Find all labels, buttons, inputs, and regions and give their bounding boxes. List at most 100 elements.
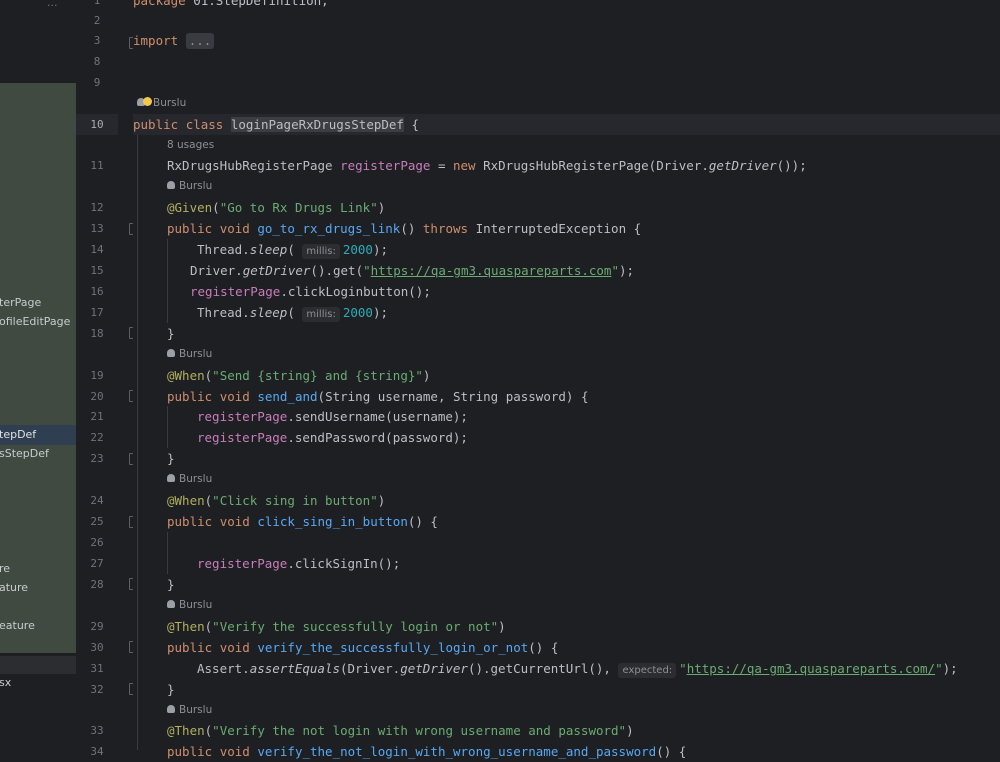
string: "Verify the successfully login or not" bbox=[212, 619, 499, 634]
author-name: Burslu bbox=[179, 180, 213, 192]
brace: { bbox=[573, 389, 589, 404]
user-icon bbox=[167, 181, 175, 189]
code-line: import ... bbox=[133, 30, 1000, 51]
line-number: 22 bbox=[90, 431, 104, 444]
code-line: public void verify_the_not_login_with_wr… bbox=[167, 744, 687, 759]
author-hint: Burslu bbox=[167, 469, 212, 490]
keyword: public bbox=[167, 514, 213, 529]
folded-imports[interactable]: ... bbox=[185, 33, 215, 49]
keyword: package bbox=[133, 0, 186, 8]
keyword: import bbox=[133, 33, 179, 48]
line-number: 12 bbox=[90, 201, 104, 214]
code-line: Thread.sleep( millis: 2000); bbox=[197, 305, 388, 322]
code-line: Thread.sleep( millis: 2000); bbox=[197, 242, 388, 259]
number: 2000 bbox=[342, 242, 373, 257]
line-number: 24 bbox=[90, 494, 104, 507]
method: sleep bbox=[249, 242, 288, 257]
user-icon bbox=[167, 474, 175, 482]
url-link[interactable]: https://qa-gm3.quaspareparts.com/ bbox=[687, 661, 935, 676]
code-line: } bbox=[167, 682, 175, 697]
field-name: registerPage bbox=[197, 430, 288, 445]
line-number: 17 bbox=[90, 306, 104, 319]
keyword: public bbox=[167, 640, 213, 655]
line-number: 3 bbox=[93, 34, 101, 47]
project-tree-item-drugs-stepdef[interactable]: sStepDef bbox=[0, 447, 49, 460]
line-number: 2 bbox=[93, 14, 101, 27]
project-tree-item-register-page[interactable]: terPage bbox=[0, 296, 41, 309]
class-ref: Thread. bbox=[197, 242, 250, 257]
parameter-hint: expected: bbox=[618, 663, 677, 678]
project-tree-item[interactable]: ... bbox=[47, 0, 58, 9]
brace: { bbox=[543, 640, 559, 655]
line-number: 16 bbox=[90, 285, 104, 298]
code-editor[interactable]: package 01.StepDefinition; import ... Bu… bbox=[133, 0, 1000, 759]
code-line: } bbox=[167, 577, 175, 592]
project-tree-item-feature-2[interactable]: ature bbox=[0, 581, 28, 594]
line-number: 28 bbox=[90, 578, 104, 591]
method: clickLoginbutton bbox=[287, 284, 409, 299]
code-line: public void click_sing_in_button() { bbox=[167, 514, 438, 529]
line-number: 8 bbox=[93, 55, 101, 68]
keyword: throws bbox=[422, 221, 469, 236]
parameters: (String username, String password) bbox=[317, 389, 574, 404]
line-number: 26 bbox=[90, 536, 104, 549]
author-hint: Burslu bbox=[137, 93, 186, 114]
brace: { bbox=[671, 744, 687, 759]
usages-hint[interactable]: 8 usages bbox=[167, 135, 214, 156]
project-tree-item-profile-edit-page[interactable]: ofileEditPage bbox=[0, 315, 70, 328]
code-line: } bbox=[167, 451, 175, 466]
user-icon bbox=[167, 705, 175, 713]
keyword: void bbox=[219, 640, 250, 655]
author-name: Burslu bbox=[153, 97, 187, 109]
keyword: public bbox=[167, 744, 213, 759]
class-ref: Driver. bbox=[656, 158, 709, 173]
code-line: package 01.StepDefinition; bbox=[133, 0, 1000, 11]
code-line: registerPage.clickSignIn(); bbox=[197, 556, 401, 571]
field-name: registerPage bbox=[340, 158, 431, 173]
user-icon bbox=[167, 349, 175, 357]
keyword: public bbox=[167, 221, 213, 236]
user-icon bbox=[167, 600, 175, 608]
project-tree-item-feature-3[interactable]: eature bbox=[0, 619, 35, 632]
code-line: @When("Send {string} and {string}") bbox=[167, 368, 431, 383]
project-tree-highlight bbox=[0, 83, 76, 653]
argument: username bbox=[392, 409, 453, 424]
parameter-hint: millis: bbox=[302, 244, 340, 259]
string: "Send {string} and {string}" bbox=[212, 368, 423, 383]
project-tree-item-stepdef-selected[interactable]: tepDef bbox=[0, 428, 36, 441]
field-name: registerPage bbox=[197, 409, 288, 424]
url-link[interactable]: https://qa-gm3.quaspareparts.com bbox=[371, 263, 612, 278]
code-line: @Then("Verify the successfully login or … bbox=[167, 619, 506, 634]
code-line: } bbox=[167, 326, 175, 341]
line-number: 20 bbox=[90, 390, 104, 403]
annotation: @When bbox=[167, 368, 205, 383]
project-tree-item-feature-1[interactable]: re bbox=[0, 562, 10, 575]
keyword: void bbox=[219, 514, 250, 529]
string: "Click sing in button" bbox=[212, 493, 378, 508]
method: clickSignIn bbox=[294, 556, 378, 571]
string: "Verify the not login with wrong usernam… bbox=[212, 723, 627, 738]
line-number: 18 bbox=[90, 327, 104, 340]
keyword: public bbox=[167, 389, 213, 404]
project-panel: ... terPage ofileEditPage tepDef sStepDe… bbox=[0, 0, 76, 750]
brace: { bbox=[626, 221, 642, 236]
keyword: new bbox=[453, 158, 476, 173]
brace: { bbox=[422, 514, 438, 529]
author-hint: Burslu bbox=[167, 700, 212, 721]
author-name: Burslu bbox=[179, 599, 213, 611]
keyword: void bbox=[219, 744, 250, 759]
field-name: registerPage bbox=[197, 556, 288, 571]
method: assertEquals bbox=[249, 661, 340, 676]
code-line: Assert.assertEquals(Driver.getDriver().g… bbox=[197, 661, 958, 678]
code-line: registerPage.clickLoginbutton(); bbox=[190, 284, 431, 299]
annotation: @Then bbox=[167, 619, 205, 634]
project-tree-item-xlsx[interactable]: sx bbox=[0, 676, 11, 689]
author-name: Burslu bbox=[179, 348, 213, 360]
line-number: 31 bbox=[90, 662, 104, 675]
constructor: RxDrugsHubRegisterPage( bbox=[483, 158, 657, 173]
author-hint: Burslu bbox=[167, 344, 212, 365]
type-name: InterruptedException bbox=[475, 221, 627, 236]
lightbulb-icon[interactable] bbox=[143, 97, 152, 106]
argument: password bbox=[392, 430, 453, 445]
method: getDriver bbox=[242, 263, 311, 278]
